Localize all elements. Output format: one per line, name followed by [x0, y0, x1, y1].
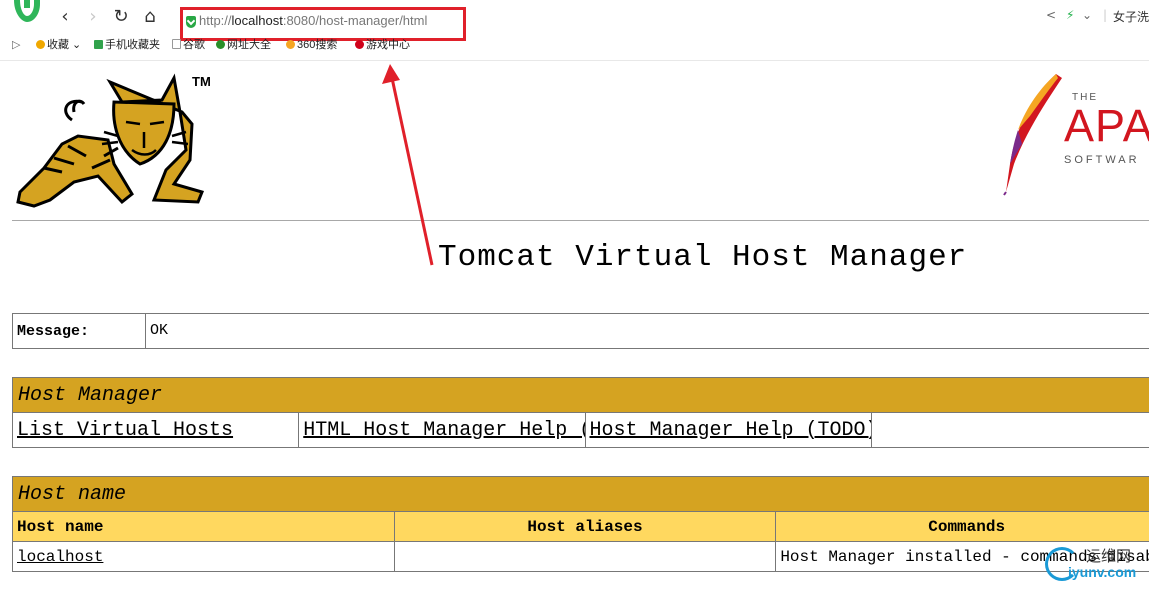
- trademark-label: TM: [192, 74, 211, 89]
- bookmark-item[interactable]: 谷歌: [172, 38, 205, 52]
- bookmark-item[interactable]: 网址大全: [216, 38, 271, 52]
- address-host: localhost: [231, 13, 283, 28]
- bookmark-label: 手机收藏夹: [105, 39, 160, 51]
- host-name-header-row: Host name: [12, 476, 1149, 512]
- search-box-text[interactable]: 女子洗: [1113, 8, 1149, 25]
- apache-feather-icon: [1003, 74, 1062, 196]
- host-manager-links-row: List Virtual Hosts HTML Host Manager Hel…: [11, 412, 1149, 448]
- chevron-down-icon[interactable]: ⌄: [1082, 8, 1092, 22]
- forward-button[interactable]: ›: [82, 6, 104, 28]
- host-manager-table: Host Manager List Virtual Hosts HTML Hos…: [11, 377, 1149, 448]
- bookmark-label: 游戏中心: [366, 39, 410, 51]
- message-row: Message: OK: [12, 313, 1149, 349]
- message-label: Message:: [12, 313, 146, 349]
- column-header-host-name: Host name: [12, 511, 395, 542]
- host-manager-header-row: Host Manager: [12, 377, 1149, 413]
- watermark: 运维网 iyunv.com: [1042, 544, 1149, 586]
- empty-link-cell: [870, 412, 1149, 448]
- host-name-table: Host name Host name Host aliases Command…: [12, 476, 1149, 572]
- column-header-commands: Commands: [775, 511, 1149, 542]
- message-value: OK: [145, 313, 1149, 349]
- page-icon: [172, 39, 181, 49]
- bookmark-item[interactable]: 手机收藏夹: [94, 38, 160, 52]
- search-360-icon: [286, 40, 295, 49]
- back-button[interactable]: ‹: [54, 6, 76, 28]
- annotation-arrow: [382, 64, 434, 266]
- bookmarks-toggle-icon[interactable]: ▷: [12, 38, 20, 52]
- browser-toolbar: ‹ › ↻ ⌂ http://localhost:8080/host-manag…: [0, 0, 1149, 61]
- apache-wordmark: APA: [1064, 100, 1149, 151]
- globe-icon: [216, 40, 225, 49]
- message-table: Message: OK: [12, 313, 1149, 349]
- bookmark-label: 收藏: [47, 39, 69, 51]
- browser-logo-icon[interactable]: [10, 0, 44, 24]
- bookmark-label: 谷歌: [183, 39, 205, 51]
- bookmark-label: 360搜索: [297, 39, 338, 51]
- star-icon: [36, 40, 45, 49]
- host-manager-help-link[interactable]: Host Manager Help (TODO): [590, 419, 871, 442]
- host-manager-section-title: Host Manager: [12, 377, 1149, 413]
- lightning-icon[interactable]: ⚡: [1066, 8, 1074, 22]
- game-icon: [355, 40, 364, 49]
- share-icon[interactable]: <: [1046, 8, 1056, 22]
- list-virtual-hosts-link[interactable]: List Virtual Hosts: [17, 419, 233, 442]
- bookmark-item[interactable]: 游戏中心: [355, 38, 410, 52]
- bookmark-item[interactable]: 360搜索: [286, 38, 337, 52]
- page-title: Tomcat Virtual Host Manager: [438, 240, 968, 275]
- column-header-host-aliases: Host aliases: [393, 511, 777, 542]
- tomcat-logo: TM: [16, 73, 211, 208]
- link-cell: HTML Host Manager Help (TODO): [298, 412, 586, 448]
- bookmark-label: 网址大全: [227, 39, 271, 51]
- host-aliases-cell: [393, 541, 777, 572]
- host-name-section-title: Host name: [12, 476, 1149, 512]
- refresh-button[interactable]: ↻: [110, 6, 132, 28]
- phone-icon: [94, 40, 103, 49]
- header-divider: [12, 220, 1149, 221]
- address-path: :8080/host-manager/html: [282, 13, 428, 28]
- address-scheme: http://: [199, 13, 232, 28]
- bookmarks-bar: ▷ 收藏 ⌄ 手机收藏夹 谷歌 网址大全 360搜索 游戏中心: [0, 36, 1149, 56]
- home-button[interactable]: ⌂: [139, 6, 161, 28]
- column-header-row: Host name Host aliases Commands: [12, 511, 1149, 542]
- bookmark-item[interactable]: 收藏 ⌄: [36, 38, 81, 52]
- toolbar-divider: |: [1103, 8, 1108, 22]
- link-cell: Host Manager Help (TODO): [584, 412, 872, 448]
- link-cell: List Virtual Hosts: [11, 412, 300, 448]
- secure-shield-icon: [186, 16, 196, 28]
- address-url[interactable]: http://localhost:8080/host-manager/html: [199, 13, 427, 28]
- apache-software-label: SOFTWAR: [1064, 154, 1140, 166]
- apache-logo: THE APA SOFTWAR: [996, 72, 1149, 197]
- table-row: localhost Host Manager installed - comma…: [12, 541, 1149, 572]
- html-host-manager-help-link[interactable]: HTML Host Manager Help (TODO): [303, 419, 584, 442]
- host-name-link[interactable]: localhost: [17, 548, 103, 566]
- host-name-cell: localhost: [12, 541, 395, 572]
- watermark-bottom-text: iyunv.com: [1068, 564, 1137, 580]
- watermark-top-text: 运维网: [1086, 547, 1132, 565]
